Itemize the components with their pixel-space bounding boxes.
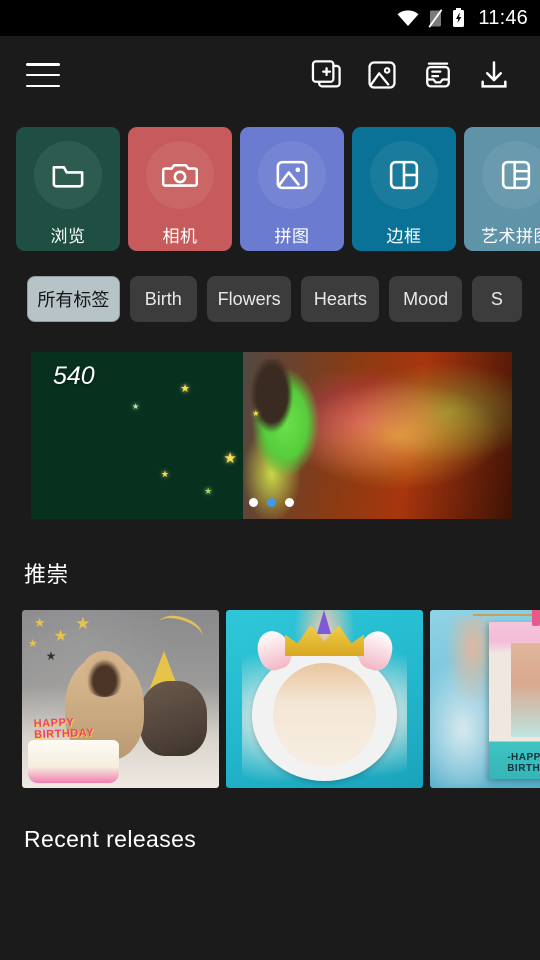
polaroid-frame: -HAPPY-BIRTHDAY: [489, 622, 540, 780]
card-browse[interactable]: 浏览: [16, 127, 120, 251]
framed-portrait: [273, 663, 376, 767]
star-confetti-icon: ★: [45, 649, 57, 664]
card-icon-disc: [370, 141, 438, 209]
card-icon-disc: [258, 141, 326, 209]
art-collage-icon: [501, 160, 531, 190]
status-time: 11:46: [478, 6, 528, 29]
add-collage-icon[interactable]: [298, 47, 354, 103]
featured-caption: HAPPY BIRTHDAY: [33, 716, 95, 741]
card-icon-disc: [482, 141, 540, 209]
banner-slide[interactable]: ★ ★ ★ ★ ★ ★ 540: [31, 352, 512, 519]
category-card-row: 浏览 相机 拼图 边框 艺术拼: [0, 114, 540, 251]
carousel-dot[interactable]: [285, 498, 294, 507]
image-icon: [276, 160, 308, 190]
sparkle-icon: ★: [180, 383, 190, 396]
featured-thumbnail-row: ★ ★ ★ ★ ★ HAPPY BIRTHDAY -HAPP BIRTH: [0, 589, 540, 788]
photo-icon[interactable]: [354, 47, 410, 103]
carousel-dots: [31, 498, 512, 507]
banner-overlay-text: 540: [53, 362, 95, 390]
carousel-dot-active[interactable]: [267, 498, 276, 507]
hanging-wire: [473, 613, 540, 616]
sparkle-icon: ★: [204, 485, 213, 496]
card-label: 边框: [386, 227, 422, 246]
tag-chip-partial[interactable]: S: [471, 276, 522, 322]
birthday-cake: [27, 739, 119, 783]
star-confetti-icon: ★: [53, 628, 68, 646]
tag-chip-all[interactable]: 所有标签: [27, 276, 120, 322]
streamer-decoration: [154, 610, 207, 650]
download-icon[interactable]: [466, 47, 522, 103]
cat-figure: [140, 681, 208, 756]
featured-item-pug-cat-birthday[interactable]: ★ ★ ★ ★ ★ HAPPY BIRTHDAY: [22, 610, 219, 788]
sparkle-icon: ★: [223, 449, 237, 467]
card-label: 浏览: [50, 227, 86, 246]
bottom-strip: [0, 853, 540, 857]
wifi-icon: [397, 9, 419, 27]
camera-icon: [162, 163, 198, 187]
featured-item-polaroid-birthday[interactable]: -HAPPY-BIRTHDAY: [430, 610, 540, 788]
folder-icon: [52, 166, 84, 188]
app-screen: 11:46 浏览 相机 拼图 边框 艺术拼 所有标签 Birth Flowers…: [0, 0, 540, 960]
banner-carousel: ★ ★ ★ ★ ★ ★ 540: [0, 322, 540, 519]
card-icon-disc: [34, 141, 102, 209]
tag-filter-row: 所有标签 Birth Flowers Hearts Mood S: [0, 251, 540, 322]
card-camera[interactable]: 相机: [128, 127, 232, 251]
card-label: 艺术拼图: [481, 227, 540, 246]
polaroid-photo: [510, 642, 540, 737]
card-label: 相机: [162, 227, 198, 246]
carousel-dot[interactable]: [249, 498, 258, 507]
card-art-collage[interactable]: 艺术拼图: [464, 127, 540, 251]
clothespin-icon: [532, 610, 540, 627]
frame-icon: [389, 160, 419, 190]
card-label: 拼图: [274, 227, 310, 246]
battery-charging-icon: [452, 8, 465, 28]
star-confetti-icon: ★: [27, 637, 38, 650]
tag-chip-mood[interactable]: Mood: [389, 276, 462, 322]
featured-item-unicorn-frame[interactable]: [226, 610, 423, 788]
unicorn-horn-icon: [316, 610, 331, 634]
card-collage[interactable]: 拼图: [240, 127, 344, 251]
card-frame[interactable]: 边框: [352, 127, 456, 251]
hamburger-menu-icon[interactable]: [26, 63, 60, 87]
featured-caption: -HAPPY-BIRTHDAY: [507, 752, 540, 774]
status-bar: 11:46: [0, 0, 540, 36]
sparkle-icon: ★: [160, 468, 169, 479]
signal-off-icon: [428, 8, 443, 28]
section-title-featured: 推崇: [24, 562, 69, 587]
star-confetti-icon: ★: [75, 613, 91, 633]
inbox-icon[interactable]: [410, 47, 466, 103]
section-title-recent: Recent releases: [24, 826, 197, 852]
top-toolbar: [0, 36, 540, 114]
tag-chip-flowers[interactable]: Flowers: [206, 276, 292, 322]
star-confetti-icon: ★: [33, 615, 46, 631]
tag-chip-birth[interactable]: Birth: [129, 276, 197, 322]
tag-chip-hearts[interactable]: Hearts: [301, 276, 380, 322]
sparkle-icon: ★: [132, 402, 140, 412]
banner-model-figure: [225, 358, 341, 519]
sparkle-icon: ★: [252, 408, 260, 418]
card-icon-disc: [146, 141, 214, 209]
